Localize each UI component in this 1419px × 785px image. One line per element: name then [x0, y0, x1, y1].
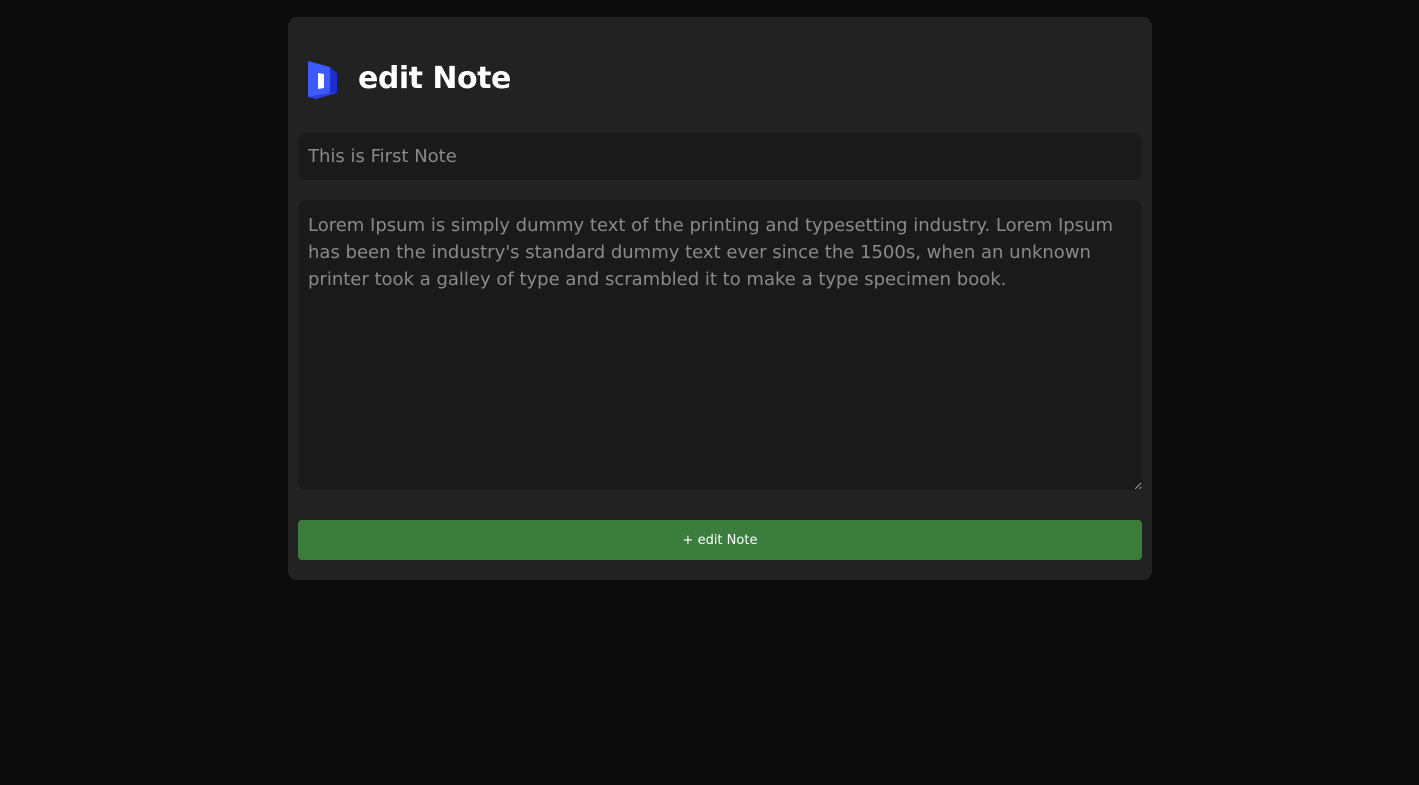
- page-title: edit Note: [358, 61, 511, 96]
- brand-logo-icon: [308, 61, 337, 99]
- note-body-textarea[interactable]: Lorem Ipsum is simply dummy text of the …: [298, 200, 1142, 490]
- edit-note-card: edit Note Lorem Ipsum is simply dummy te…: [288, 17, 1152, 580]
- note-title-input[interactable]: [298, 133, 1142, 180]
- edit-note-button[interactable]: + edit Note: [298, 520, 1142, 560]
- card-header: edit Note: [306, 59, 511, 99]
